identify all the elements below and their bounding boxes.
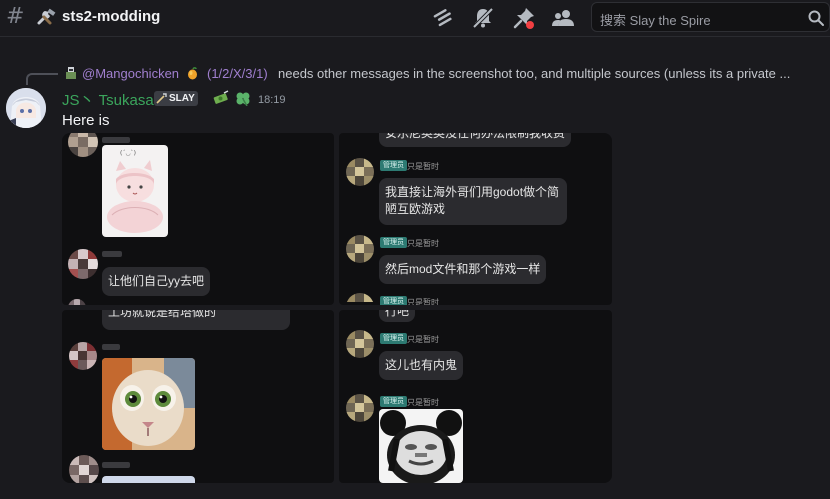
channel-title: sts2-modding <box>62 8 161 25</box>
reply-preview-text[interactable]: needs other messages in the screenshot t… <box>278 66 808 81</box>
blurred-avatar <box>346 158 374 186</box>
chat-bubble: 我直接让海外哥们用godot做个简陋互欧游戏 <box>379 178 567 225</box>
blurred-username <box>102 251 122 257</box>
screenshot-panel: (ˊ◡ˋ) 让他们自己yy去吧 <box>62 133 334 305</box>
chat-bubble: 然后mod文件和那个游戏一样 <box>379 255 547 285</box>
blurred-avatar <box>69 455 99 483</box>
chat-bubble: 行吧 <box>379 310 416 322</box>
admin-role-tag: 管理员 <box>380 333 407 344</box>
sender-name: 只是暂时 <box>407 162 439 171</box>
threads-icon[interactable] <box>432 6 456 30</box>
chat-bubble: 安乐尼奥奥没任何办法限制我收费 <box>379 133 572 147</box>
author-avatar[interactable] <box>6 88 46 128</box>
svg-text:(ˊ◡ˋ): (ˊ◡ˋ) <box>120 150 136 157</box>
panda-meme-image <box>379 409 463 483</box>
blurred-username <box>102 344 120 350</box>
blurred-avatar <box>346 235 374 263</box>
mute-bell-icon[interactable] <box>471 6 495 30</box>
tools-icon <box>37 8 56 25</box>
channel-header: # sts2-modding 搜索 Slay the Spire <box>0 0 830 37</box>
reply-mention[interactable]: @Mangochicken <box>82 66 179 81</box>
reply-avatar[interactable] <box>64 66 78 80</box>
sword-icon <box>156 93 167 104</box>
cut-off-image <box>102 476 195 483</box>
blurred-avatar <box>68 299 86 305</box>
chat-bubble: 这儿也有内鬼 <box>379 351 464 381</box>
server-tag-label: SLAY <box>169 93 195 104</box>
search-input[interactable]: 搜索 Slay the Spire <box>591 2 830 32</box>
author-avatar-image <box>6 88 46 128</box>
sender-name: 只是暂时 <box>407 298 439 305</box>
blurred-avatar <box>68 249 98 279</box>
sender-name: 只是暂时 <box>407 335 439 344</box>
reply-tags: (1/2/X/3/1) <box>207 66 268 81</box>
admin-role-tag: 管理员 <box>380 160 407 171</box>
sender-name: 只是暂时 <box>407 239 439 248</box>
message-content: Here is <box>62 112 110 129</box>
blurred-avatar <box>69 342 97 370</box>
chat-bubble: 让他们自己yy去吧 <box>102 267 211 297</box>
image-attachment[interactable]: (ˊ◡ˋ) 让他们自己yy去吧 安乐尼奥奥没任何办法限制我收费 管理员 只是暂时… <box>62 133 612 483</box>
admin-role-tag: 管理员 <box>380 237 407 248</box>
blurred-avatar <box>346 330 374 358</box>
money-role-icon[interactable] <box>212 90 230 106</box>
blurred-avatar <box>68 133 98 157</box>
blurred-username <box>102 137 130 143</box>
author-name[interactable]: JS丶 Tsukasa <box>62 89 154 110</box>
search-icon[interactable] <box>807 9 825 27</box>
admin-role-tag: 管理员 <box>380 396 407 407</box>
server-tag-badge[interactable]: SLAY <box>154 91 198 106</box>
screenshot-panel: 安乐尼奥奥没任何办法限制我收费 管理员 只是暂时 我直接让海外哥们用godot做… <box>339 133 612 305</box>
screenshot-panel: 工坊就说是给塔做的 <box>62 310 334 483</box>
clover-role-icon[interactable] <box>234 90 252 106</box>
sender-name: 只是暂时 <box>407 398 439 407</box>
admin-role-tag: 管理员 <box>380 296 407 305</box>
chat-bubble: 工坊就说是给塔做的 <box>102 310 290 330</box>
blurred-avatar <box>346 293 374 305</box>
mango-emoji <box>188 67 197 80</box>
channel-hash-icon: # <box>6 4 25 29</box>
members-icon[interactable] <box>551 6 575 30</box>
pinned-icon[interactable] <box>512 6 536 30</box>
reply-spine <box>26 73 58 85</box>
sticker-image: (ˊ◡ˋ) <box>102 145 168 237</box>
blurred-username <box>102 462 130 468</box>
message-timestamp[interactable]: 18:19 <box>258 94 286 106</box>
search-placeholder: 搜索 Slay the Spire <box>600 13 711 28</box>
screenshot-panel: 行吧 管理员 只是暂时 这儿也有内鬼 管理员 只是暂时 <box>339 310 612 483</box>
hamster-image <box>102 358 195 450</box>
blurred-avatar <box>346 394 374 422</box>
